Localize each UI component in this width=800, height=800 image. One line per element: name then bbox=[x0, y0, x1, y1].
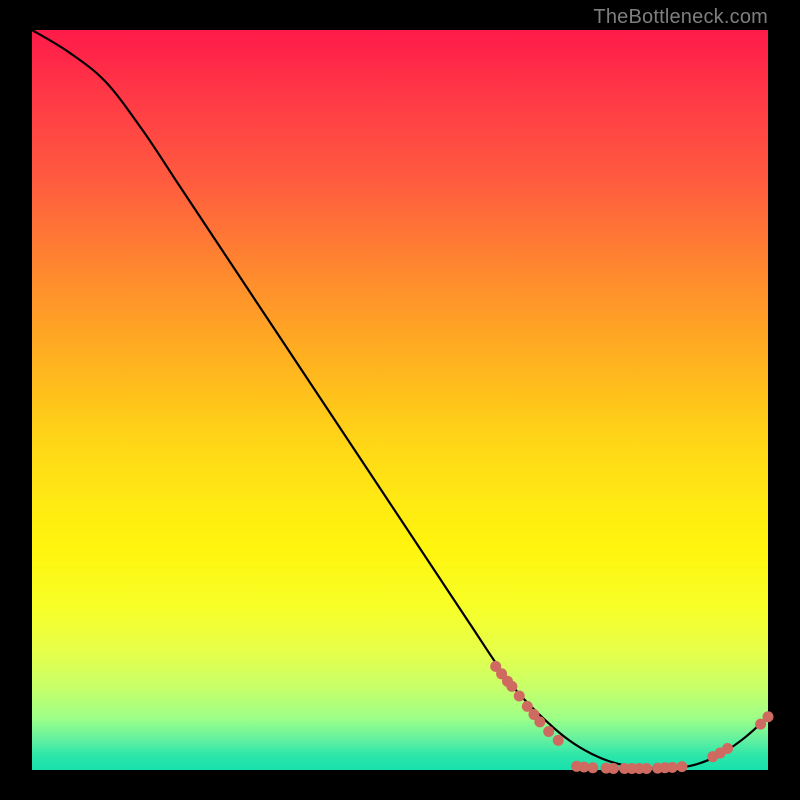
data-marker bbox=[608, 763, 619, 774]
data-marker bbox=[676, 761, 687, 772]
data-marker bbox=[667, 762, 678, 773]
watermark-text: TheBottleneck.com bbox=[593, 6, 768, 29]
curve-layer bbox=[32, 30, 768, 770]
chart-stage: TheBottleneck.com bbox=[0, 0, 800, 800]
data-marker bbox=[763, 711, 774, 722]
data-marker bbox=[587, 762, 598, 773]
data-marker bbox=[534, 716, 545, 727]
data-marker bbox=[641, 763, 652, 774]
bottleneck-curve bbox=[32, 30, 768, 769]
data-marker bbox=[722, 743, 733, 754]
data-marker bbox=[506, 681, 517, 692]
plot-area bbox=[32, 30, 768, 770]
data-marker bbox=[514, 691, 525, 702]
marker-group bbox=[490, 661, 773, 774]
data-marker bbox=[553, 735, 564, 746]
data-marker bbox=[543, 726, 554, 737]
